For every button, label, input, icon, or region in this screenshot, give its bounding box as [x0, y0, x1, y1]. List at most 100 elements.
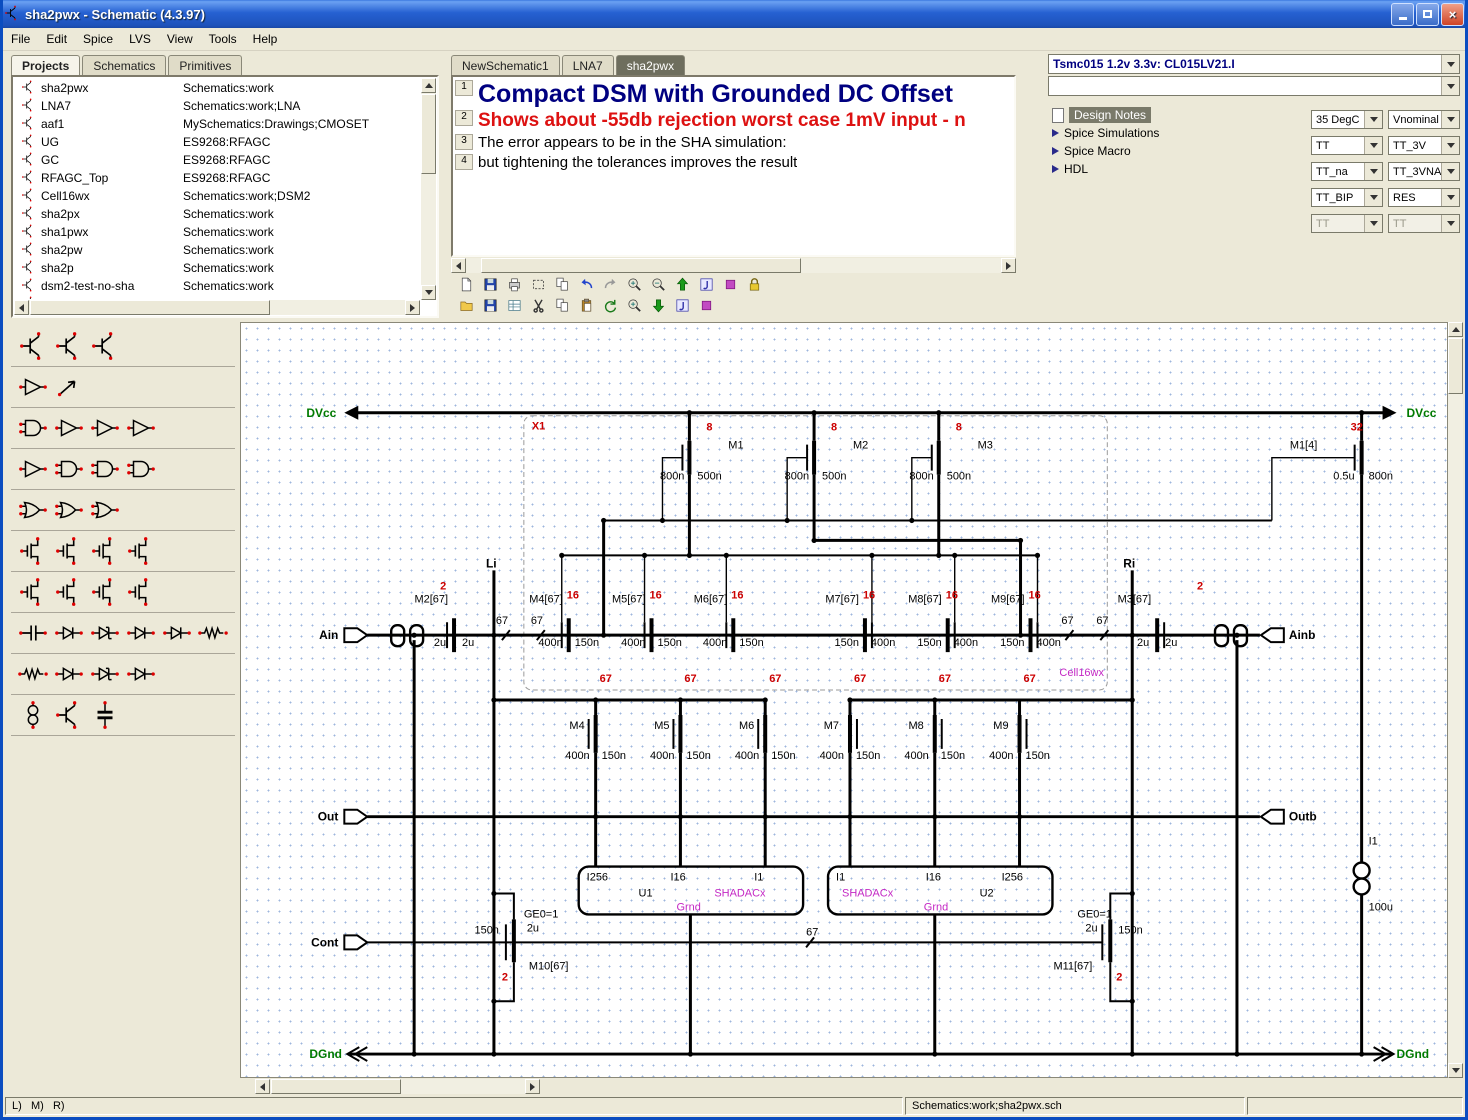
section-design-notes[interactable]: Design Notes — [1050, 106, 1300, 124]
design-notes-editor[interactable]: 1Compact DSM with Grounded DC Offset2Sho… — [451, 75, 1016, 257]
cut-button[interactable] — [527, 298, 549, 317]
schematic-canvas[interactable]: DVccDVccDGndDGndAinAinbOutOutbContLiRiX1… — [240, 322, 1448, 1078]
section-spice-macro[interactable]: Spice Macro — [1050, 142, 1300, 160]
palette-zener-alt[interactable] — [87, 657, 123, 691]
notes-hscrollbar[interactable] — [451, 258, 1016, 273]
corner-dropdown-2-right[interactable]: TT_3VNA — [1388, 162, 1460, 181]
palette-pnp-transistor[interactable] — [51, 329, 87, 363]
palette-npn-rotated[interactable] — [87, 329, 123, 363]
stamp-a-button[interactable] — [671, 298, 693, 317]
dropdown-button[interactable] — [1441, 137, 1459, 154]
scroll-up-button[interactable] — [421, 78, 436, 93]
tab-lna7[interactable]: LNA7 — [562, 55, 614, 75]
menu-help[interactable]: Help — [245, 28, 286, 50]
palette-led[interactable] — [51, 657, 87, 691]
palette-and-gate-alt[interactable] — [87, 452, 123, 486]
tab-projects[interactable]: Projects — [11, 55, 80, 75]
palette-nor-gate[interactable] — [51, 493, 87, 527]
palette-or-gate[interactable] — [15, 493, 51, 527]
corner-dropdown-1-right[interactable]: TT_3V — [1388, 136, 1460, 155]
palette-nmos[interactable] — [15, 534, 51, 568]
palette-nmos-bulk-alt[interactable] — [87, 575, 123, 609]
vscroll-thumb[interactable] — [421, 94, 436, 174]
palette-pmos-alt[interactable] — [51, 575, 87, 609]
menu-file[interactable]: File — [3, 28, 38, 50]
hscroll-thumb[interactable] — [271, 1079, 401, 1094]
dropdown-button[interactable] — [1364, 163, 1382, 180]
zoom-in-button[interactable] — [623, 277, 645, 296]
zoom-window-button[interactable] — [623, 298, 645, 317]
dropdown-button[interactable] — [1441, 163, 1459, 180]
tab-sha2pwx[interactable]: sha2pwx — [616, 55, 685, 75]
copy-image-button[interactable] — [551, 277, 573, 296]
palette-schottky-diode[interactable] — [159, 616, 195, 650]
project-row[interactable]: UGES9268:RFAGC — [15, 133, 419, 151]
corner-dropdown-0-left[interactable]: 35 DegC — [1311, 110, 1383, 129]
project-list-hscrollbar[interactable] — [14, 300, 420, 315]
palette-parallel-plate-cap[interactable] — [87, 698, 123, 732]
secondary-dropdown[interactable] — [1048, 76, 1460, 96]
project-row[interactable]: Cell16wxSchematics:work;DSM2 — [15, 187, 419, 205]
scroll-down-button[interactable] — [1448, 1063, 1463, 1078]
save-all-button[interactable] — [479, 298, 501, 317]
project-row[interactable]: sha2pwSchematics:work — [15, 241, 419, 259]
probe-color-button[interactable] — [719, 277, 741, 296]
menu-lvs[interactable]: LVS — [121, 28, 159, 50]
close-button[interactable]: × — [1441, 3, 1464, 26]
dropdown-button[interactable] — [1364, 111, 1382, 128]
project-row[interactable]: dsm2-test-no-shaSchematics:work — [15, 277, 419, 295]
dropdown-button[interactable] — [1441, 189, 1459, 206]
menu-tools[interactable]: Tools — [201, 28, 245, 50]
palette-pmos[interactable] — [51, 534, 87, 568]
title-bar[interactable]: sha2pwx - Schematic (4.3.97) × — [0, 0, 1468, 28]
palette-zener-diode[interactable] — [87, 616, 123, 650]
project-row[interactable]: SHASwPrefectDSMSchematics:work — [15, 295, 419, 299]
scroll-up-button[interactable] — [1448, 322, 1463, 337]
palette-npn-transistor[interactable] — [15, 329, 51, 363]
lock-button[interactable] — [743, 277, 765, 296]
save-button[interactable] — [479, 277, 501, 296]
section-spice-simulations[interactable]: Spice Simulations — [1050, 124, 1300, 142]
menu-view[interactable]: View — [159, 28, 201, 50]
scroll-left-button[interactable] — [14, 300, 29, 315]
project-row[interactable]: aaf1MySchematics:Drawings;CMOSET — [15, 115, 419, 133]
section-hdl[interactable]: HDL — [1050, 160, 1300, 178]
scroll-right-button[interactable] — [1001, 258, 1016, 273]
project-row[interactable]: sha2pxSchematics:work — [15, 205, 419, 223]
menu-edit[interactable]: Edit — [38, 28, 75, 50]
spreadsheet-button[interactable] — [503, 298, 525, 317]
corner-dropdown-0-right[interactable]: Vnominal — [1388, 110, 1460, 129]
palette-diode-alt[interactable] — [123, 616, 159, 650]
palette-dual-buffer[interactable] — [123, 411, 159, 445]
hscroll-thumb[interactable] — [481, 258, 801, 273]
canvas-hscrollbar[interactable] — [255, 1079, 540, 1094]
descend-hierarchy-button[interactable] — [647, 298, 669, 317]
canvas-vscrollbar[interactable] — [1448, 322, 1463, 1078]
new-button[interactable] — [455, 277, 477, 296]
minimize-button[interactable] — [1391, 3, 1414, 26]
palette-tri-state-buffer[interactable] — [15, 452, 51, 486]
redo-button[interactable] — [599, 277, 621, 296]
palette-capacitor[interactable] — [15, 616, 51, 650]
probe-j-button[interactable] — [695, 277, 717, 296]
dropdown-button[interactable] — [1441, 55, 1459, 73]
project-list-vscrollbar[interactable] — [421, 78, 436, 300]
palette-wire-arrow[interactable] — [51, 370, 87, 404]
corner-dropdown-1-left[interactable]: TT — [1311, 136, 1383, 155]
paste-button[interactable] — [575, 298, 597, 317]
stamp-b-button[interactable] — [695, 298, 717, 317]
redraw-button[interactable] — [599, 298, 621, 317]
undo-button[interactable] — [575, 277, 597, 296]
project-row[interactable]: GCES9268:RFAGC — [15, 151, 419, 169]
corner-dropdown-3-right[interactable]: RES — [1388, 188, 1460, 207]
project-row[interactable]: sha2pwxSchematics:work — [15, 79, 419, 97]
dropdown-button[interactable] — [1364, 137, 1382, 154]
palette-inductor[interactable] — [15, 657, 51, 691]
palette-inverter[interactable] — [87, 411, 123, 445]
hscroll-thumb[interactable] — [30, 300, 270, 315]
scroll-right-button[interactable] — [525, 1079, 540, 1094]
menu-spice[interactable]: Spice — [75, 28, 121, 50]
tab-newschematic1[interactable]: NewSchematic1 — [451, 55, 560, 75]
dropdown-button[interactable] — [1364, 189, 1382, 206]
project-row[interactable]: LNA7Schematics:work;LNA — [15, 97, 419, 115]
